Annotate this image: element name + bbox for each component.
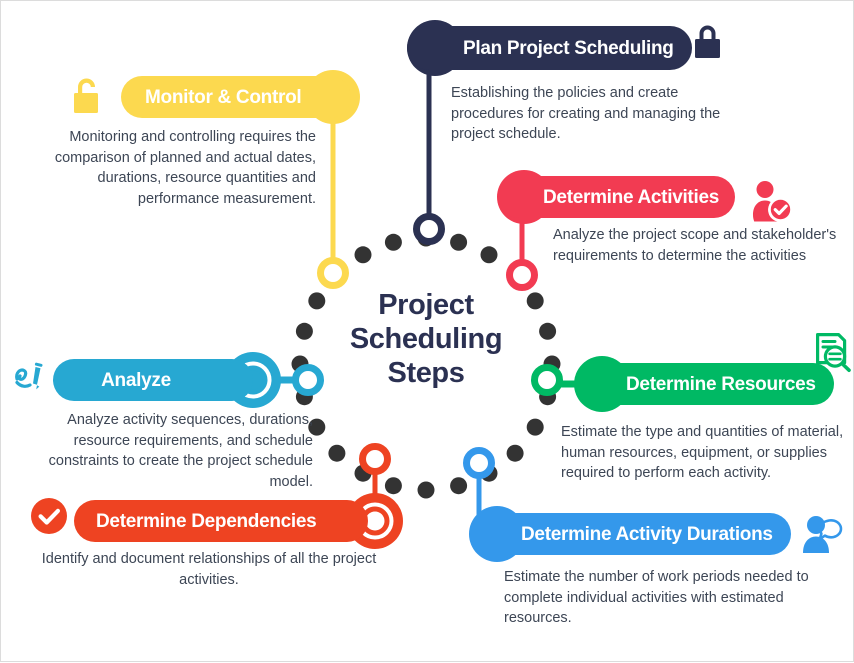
center-title: Project Scheduling Steps <box>326 288 526 391</box>
ring-node-plan <box>413 213 445 245</box>
ring-node-activities <box>506 259 538 291</box>
step-label: Determine Activities <box>543 186 719 208</box>
lock-closed-icon <box>695 25 720 58</box>
step-description-determine-resources: Estimate the type and quantities of mate… <box>561 424 844 482</box>
step-badge-determine-dependencies[interactable]: Determine Dependencies <box>74 500 369 542</box>
user-speech-icon <box>803 516 843 553</box>
step-badge-plan-project-scheduling[interactable]: Plan Project Scheduling <box>407 26 692 70</box>
ring-node-dependencies <box>359 443 391 475</box>
step-badge-analyze[interactable]: Analyze <box>53 359 253 401</box>
step-label: Determine Dependencies <box>96 510 317 532</box>
center-title-line-2: Scheduling <box>349 323 503 356</box>
signature-pen-icon <box>15 362 43 390</box>
step-description-monitor-and-control: Monitoring and controlling requires the … <box>54 129 316 207</box>
step-description-analyze: Analyze activity sequences, durations, r… <box>48 412 313 490</box>
ring-node-durations <box>463 447 495 479</box>
step-label: Determine Resources <box>626 373 816 395</box>
step-label: Plan Project Scheduling <box>463 37 674 59</box>
step-badge-determine-resources[interactable]: Determine Resources <box>576 363 834 405</box>
ring-node-resources <box>531 364 563 396</box>
step-description-determine-activities: Analyze the project scope and stakeholde… <box>553 227 837 264</box>
ring-node-monitor <box>317 257 349 289</box>
step-description-plan-project-scheduling: Establishing the policies and create pro… <box>451 85 721 143</box>
step-description-determine-dependencies: Identify and document relationships of a… <box>41 551 377 588</box>
center-title-line-1: Project <box>378 289 474 321</box>
step-label: Determine Activity Durations <box>521 523 773 545</box>
step-badge-monitor-and-control[interactable]: Monitor & Control <box>121 76 352 118</box>
lock-open-icon <box>74 78 98 113</box>
infographic-frame: Plan Project Scheduling Establishing the… <box>0 0 854 662</box>
user-check-icon <box>753 181 793 222</box>
center-title-line-3: Steps <box>387 357 465 390</box>
step-label: Analyze <box>101 369 171 391</box>
step-badge-determine-activity-durations[interactable]: Determine Activity Durations <box>471 513 791 555</box>
step-description-determine-activity-durations: Estimate the number of work periods need… <box>504 569 809 627</box>
check-circle-icon <box>31 498 67 534</box>
step-badge-determine-activities[interactable]: Determine Activities <box>498 176 735 218</box>
ring-node-analyze <box>292 364 324 396</box>
step-label: Monitor & Control <box>145 86 302 108</box>
